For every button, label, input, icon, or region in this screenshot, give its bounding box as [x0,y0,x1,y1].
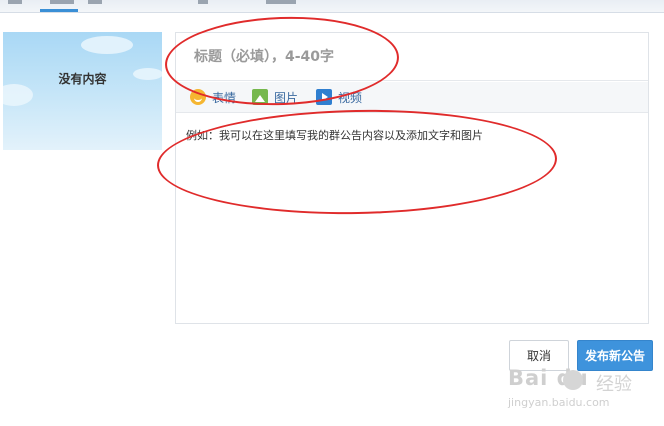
tab-fragment[interactable] [88,0,102,4]
cloud-decoration [81,36,133,54]
emoji-label: 表情 [212,90,237,105]
active-tab-indicator [40,9,78,12]
tab-fragment[interactable] [50,0,74,4]
title-input[interactable] [176,33,648,81]
cloud-decoration [3,84,33,106]
image-icon [252,89,268,105]
tab-fragment[interactable] [266,0,296,4]
baidu-jingyan-watermark: Bai du 经验 jingyan.baidu.com [508,366,658,422]
no-content-label: 没有内容 [58,72,107,86]
tab-fragment[interactable] [198,0,208,4]
watermark-url: jingyan.baidu.com [508,396,610,409]
smile-icon [190,89,206,105]
paw-icon [563,370,583,390]
video-button[interactable]: 视频 [316,88,362,106]
editor-toolbar: 表情 图片 视频 [176,82,648,113]
cover-image-placeholder[interactable]: 没有内容 [3,32,162,150]
content-textarea[interactable] [176,113,648,323]
image-button[interactable]: 图片 [252,88,298,106]
watermark-subtitle: 经验 [596,374,632,395]
video-label: 视频 [338,90,363,105]
emoji-button[interactable]: 表情 [190,88,236,106]
top-tab-bar [0,0,664,13]
video-icon [316,89,332,105]
announcement-editor: 表情 图片 视频 [175,32,649,324]
image-label: 图片 [274,90,299,105]
tab-fragment[interactable] [8,0,22,4]
